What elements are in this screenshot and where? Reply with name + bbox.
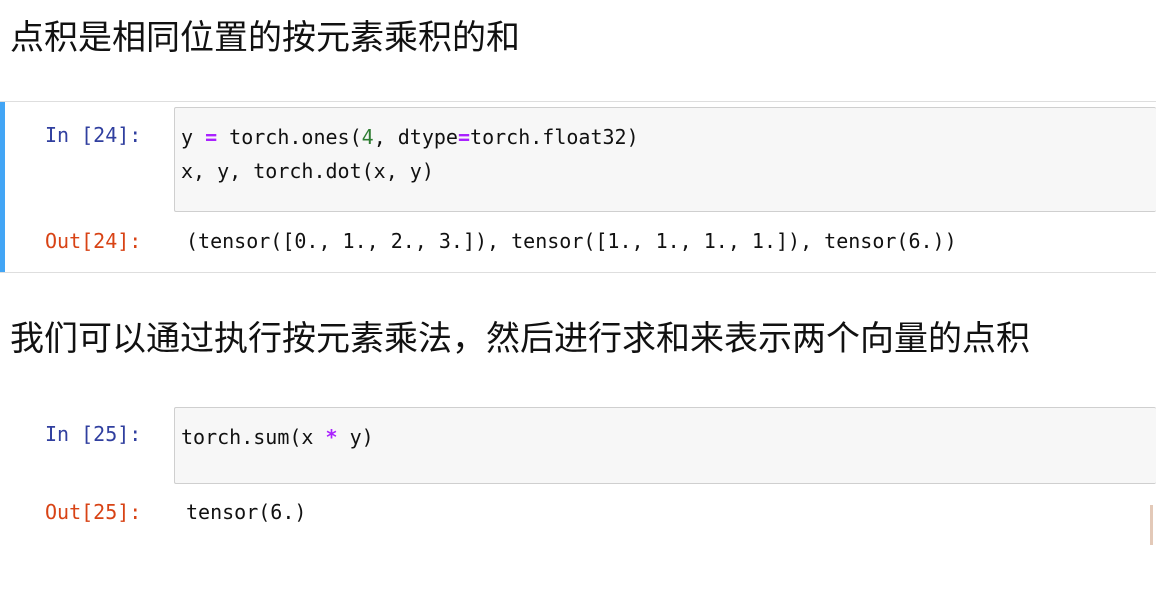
operator-token: =	[457, 125, 471, 149]
output-prompt: Out[24]:	[45, 229, 142, 253]
code-line: x, y, torch.dot(x, y)	[181, 159, 434, 183]
notebook-cell-25[interactable]: In [25]: torch.sum(x * y) Out[25]: tenso…	[0, 405, 1156, 545]
notebook-cell-24[interactable]: In [24]: y = torch.ones(4, dtype=torch.f…	[0, 101, 1156, 273]
input-prompt: In [25]:	[45, 422, 142, 446]
code-token: , dtype	[373, 125, 458, 149]
input-prompt: In [24]:	[45, 123, 142, 147]
code-line: y = torch.ones(4, dtype=torch.float32)	[181, 120, 639, 154]
markdown-heading-elementwise-sum: 我们可以通过执行按元素乘法，然后进行求和来表示两个向量的点积	[10, 319, 1030, 359]
code-token: y)	[337, 425, 374, 449]
code-input-area[interactable]: y = torch.ones(4, dtype=torch.float32) x…	[174, 107, 1156, 212]
code-input-area[interactable]: torch.sum(x * y)	[174, 407, 1156, 484]
code-token: y	[181, 125, 206, 149]
code-token: torch.float32)	[470, 125, 639, 149]
output-prompt: Out[25]:	[45, 500, 142, 524]
code-line: torch.sum(x * y)	[181, 420, 374, 454]
cell-output: (tensor([0., 1., 2., 3.]), tensor([1., 1…	[186, 229, 957, 253]
number-token: 4	[361, 125, 374, 149]
code-token: torch.sum(x	[181, 425, 326, 449]
code-token: torch.ones(	[217, 125, 362, 149]
operator-token: =	[205, 125, 218, 149]
cell-output: tensor(6.)	[186, 500, 307, 524]
operator-token: *	[325, 425, 338, 449]
scrollbar-edge	[1150, 505, 1153, 545]
selected-cell-indicator	[0, 102, 5, 272]
markdown-heading-dot-product-definition: 点积是相同位置的按元素乘积的和	[10, 18, 520, 58]
